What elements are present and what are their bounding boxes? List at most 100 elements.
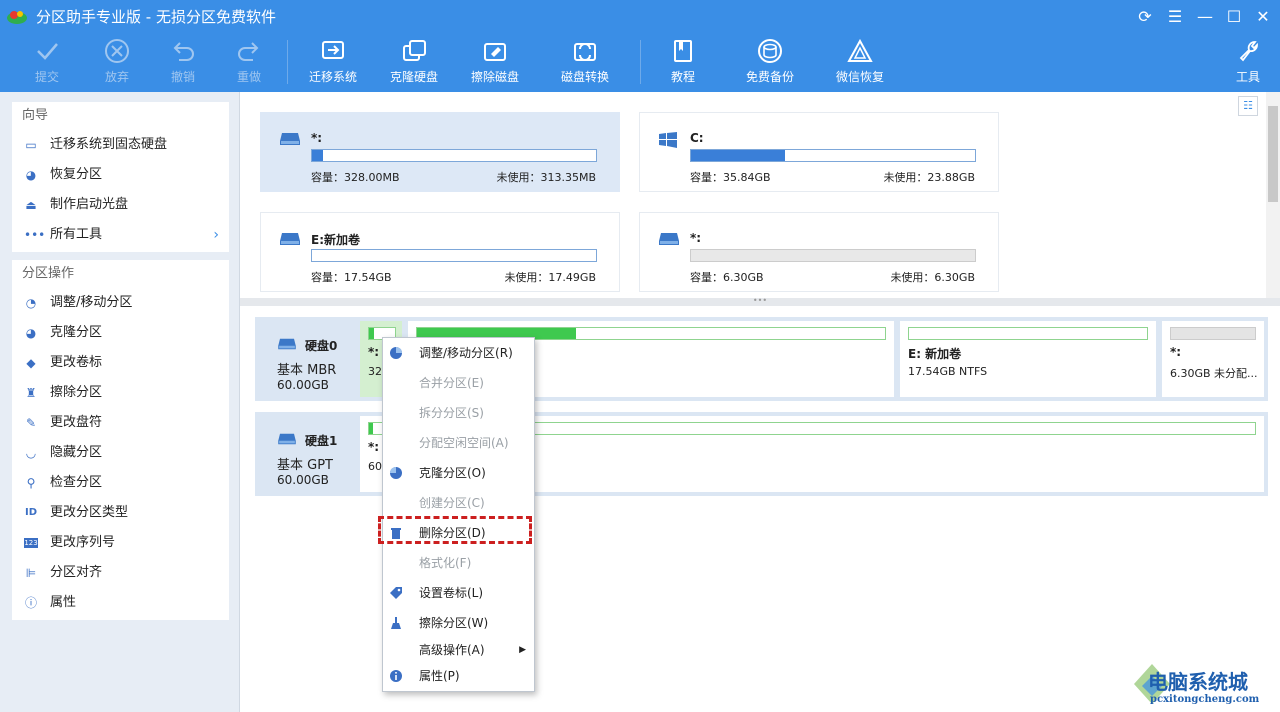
sidebar-item-label: 调整/移动分区 <box>50 295 133 310</box>
check-icon <box>37 43 58 60</box>
scrollbar-thumb[interactable] <box>1268 106 1278 202</box>
upper-scrollbar[interactable] <box>1266 92 1280 298</box>
free-backup-button[interactable]: 免费备份 <box>740 36 800 90</box>
volume-free: 未使用：17.49GB <box>504 271 596 284</box>
volume-card[interactable]: *: 容量：6.30GB 未使用：6.30GB <box>639 212 999 292</box>
sidebar-item-label: 分区对齐 <box>50 565 103 580</box>
disk-type: 基本 GPT <box>277 458 333 473</box>
volume-card[interactable]: E:新加卷 容量：17.54GB 未使用：17.49GB <box>260 212 620 292</box>
hide-icon: ◡ <box>25 446 37 460</box>
sidebar-item-properties[interactable]: ⓘ 属性 <box>12 588 229 618</box>
menu-item-allocate-space[interactable]: 分配空闲空间(A) <box>383 428 534 458</box>
undo-label: 撤销 <box>170 70 195 84</box>
title-bar: 分区助手专业版 - 无损分区免费软件 ⟳ ☰ — ☐ ✕ <box>0 0 1280 32</box>
sidebar-item-change-label[interactable]: ◆ 更改卷标 <box>12 348 229 378</box>
check-icon: ⚲ <box>26 476 36 490</box>
partition-detail: 32 <box>368 365 382 378</box>
refresh-icon[interactable]: ⟳ <box>1134 6 1156 28</box>
watermark-title: 电脑系统城 <box>1148 670 1248 694</box>
menu-item-format[interactable]: 格式化(F) <box>383 548 534 578</box>
sidebar-item-all-tools[interactable]: ••• 所有工具 › <box>12 220 229 250</box>
app-logo-icon <box>7 11 27 24</box>
sidebar-item-restore-partition[interactable]: ◕ 恢复分区 <box>12 160 229 190</box>
menu-item-label: 设置卷标(L) <box>419 586 484 600</box>
tools-button[interactable]: 工具 <box>1226 36 1270 90</box>
partition-block[interactable]: *: 6.30GB 未分配... <box>1162 321 1264 397</box>
view-toggle-icon[interactable]: ☷ <box>1238 96 1258 116</box>
menu-item-create[interactable]: 创建分区(C) <box>383 488 534 518</box>
sidebar-item-migrate-ssd[interactable]: ▭ 迁移系统到固态硬盘 <box>12 130 229 160</box>
convert-icon <box>574 43 596 61</box>
sidebar-item-hide-partition[interactable]: ◡ 隐藏分区 <box>12 438 229 468</box>
minimize-icon[interactable]: — <box>1194 6 1216 28</box>
menu-icon[interactable]: ☰ <box>1164 6 1186 28</box>
menu-item-resize[interactable]: 调整/移动分区(R) <box>383 338 534 368</box>
redo-button[interactable]: 重做 <box>224 36 274 90</box>
migrate-icon <box>322 41 344 59</box>
book-icon <box>674 40 692 62</box>
partition-usage-bar <box>1170 327 1256 340</box>
clone-disk-button[interactable]: 克隆硬盘 <box>384 36 444 90</box>
volume-capacity: 容量：17.54GB <box>311 271 392 284</box>
menu-item-properties[interactable]: 属性(P) <box>383 661 534 691</box>
disk-name: 硬盘0 <box>305 339 338 353</box>
disk-info: 硬盘0 基本 MBR 60.00GB <box>255 317 359 401</box>
volume-usage-bar <box>311 249 597 262</box>
disk-size: 60.00GB <box>277 378 329 392</box>
id-icon: ID <box>24 507 38 518</box>
partition-detail: 60 <box>368 460 382 473</box>
sidebar-item-change-serial[interactable]: 123 更改序列号 <box>12 528 229 558</box>
wipe-icon <box>391 617 401 629</box>
tutorial-button[interactable]: 教程 <box>658 36 708 90</box>
volume-card[interactable]: C: 容量：35.84GB 未使用：23.88GB <box>639 112 999 192</box>
sidebar-item-check-partition[interactable]: ⚲ 检查分区 <box>12 468 229 498</box>
disk-size: 60.00GB <box>277 473 329 487</box>
discard-label: 放弃 <box>104 70 129 84</box>
partition-block[interactable]: E: 新加卷 17.54GB NTFS <box>900 321 1156 397</box>
menu-item-clone[interactable]: 克隆分区(O) <box>383 458 534 488</box>
migrate-icon: ▭ <box>25 138 37 152</box>
close-icon[interactable]: ✕ <box>1252 6 1274 28</box>
toolbar-separator <box>640 40 641 84</box>
sidebar-item-change-type[interactable]: ID 更改分区类型 <box>12 498 229 528</box>
menu-item-set-label[interactable]: 设置卷标(L) <box>383 578 534 608</box>
wrench-icon <box>1239 41 1258 62</box>
discard-button[interactable]: 放弃 <box>92 36 142 90</box>
sidebar-item-align[interactable]: ⊫ 分区对齐 <box>12 558 229 588</box>
volume-free: 未使用：6.30GB <box>890 271 975 284</box>
sidebar-item-change-letter[interactable]: ✎ 更改盘符 <box>12 408 229 438</box>
sidebar-item-label: 克隆分区 <box>50 325 103 340</box>
sidebar-item-boot-disk[interactable]: ⏏ 制作启动光盘 <box>12 190 229 220</box>
menu-item-wipe[interactable]: 擦除分区(W) <box>383 608 534 638</box>
windows-icon <box>659 132 677 148</box>
undo-button[interactable]: 撤销 <box>158 36 208 90</box>
sidebar-item-clone-partition[interactable]: ◕ 克隆分区 <box>12 318 229 348</box>
wechat-recovery-button[interactable]: 微信恢复 <box>830 36 890 90</box>
bootdisk-icon: ⏏ <box>25 198 37 212</box>
wipe-icon: ♜ <box>25 386 37 400</box>
volume-capacity: 容量：35.84GB <box>690 171 771 184</box>
window-title: 分区助手专业版 - 无损分区免费软件 <box>36 8 276 26</box>
partition-ops-section: 分区操作 ◔ 调整/移动分区 ◕ 克隆分区 ◆ 更改卷标 ♜ 擦除分区 ✎ 更改盘符 ◡ 隐… <box>12 260 229 620</box>
menu-item-merge[interactable]: 合并分区(E) <box>383 368 534 398</box>
migrate-os-button[interactable]: 迁移系统 <box>302 36 364 90</box>
sidebar-item-label: 恢复分区 <box>50 167 103 182</box>
maximize-icon[interactable]: ☐ <box>1223 6 1245 28</box>
volume-card[interactable]: *: 容量：328.00MB 未使用：313.35MB <box>260 112 620 192</box>
menu-item-label: 合并分区(E) <box>419 376 484 390</box>
panel-splitter[interactable]: ••• <box>240 297 1280 306</box>
sidebar-item-wipe-partition[interactable]: ♜ 擦除分区 <box>12 378 229 408</box>
commit-label: 提交 <box>34 70 59 84</box>
sidebar-item-label: 属性 <box>50 595 77 610</box>
wechat-recovery-label: 微信恢复 <box>835 70 884 84</box>
commit-button[interactable]: 提交 <box>22 36 72 90</box>
left-sidebar: 向导 ▭ 迁移系统到固态硬盘 ◕ 恢复分区 ⏏ 制作启动光盘 ••• 所有工具 … <box>0 92 240 712</box>
menu-item-split[interactable]: 拆分分区(S) <box>383 398 534 428</box>
wipe-disk-button[interactable]: 擦除磁盘 <box>465 36 525 90</box>
partition-label: *: <box>1170 345 1182 359</box>
watermark: 电脑系统城 pcxitongcheng.com <box>1130 660 1280 712</box>
discard-icon <box>105 39 129 63</box>
disk-convert-button[interactable]: 磁盘转换 <box>555 36 615 90</box>
clone-disk-icon <box>403 40 426 61</box>
sidebar-item-resize[interactable]: ◔ 调整/移动分区 <box>12 288 229 318</box>
